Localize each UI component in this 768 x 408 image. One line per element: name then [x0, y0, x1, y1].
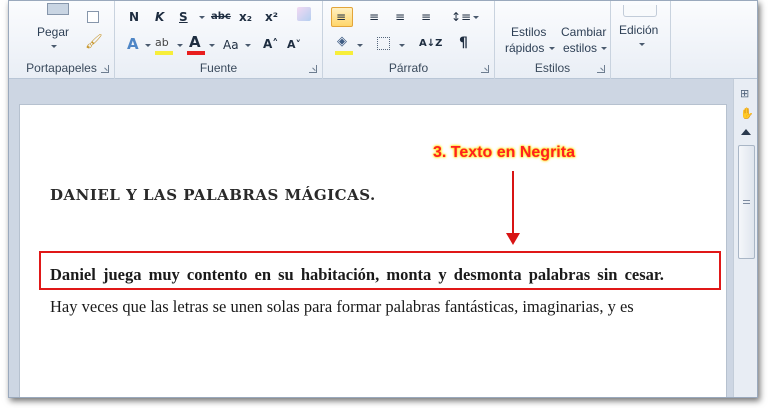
styles-group-label: Estilos	[534, 61, 571, 75]
paragraph-group-label: Párrafo	[388, 61, 429, 75]
grow-font-button[interactable]: A˄	[263, 37, 278, 51]
copy-icon[interactable]	[87, 11, 99, 23]
paste-button-label[interactable]: Pegar	[37, 25, 69, 39]
shrink-font-button[interactable]: A˅	[287, 38, 301, 52]
editing-group: Edición	[611, 1, 671, 79]
quick-styles-dropdown-arrow[interactable]	[549, 47, 555, 50]
styles-group: Estilos rápidos Cambiar estilos Estilos	[495, 1, 611, 79]
editing-dropdown-arrow[interactable]	[639, 43, 645, 46]
ruler-toggle-icon[interactable]: ⊞	[740, 87, 749, 101]
sort-icon[interactable]: A↓Z	[419, 37, 442, 51]
change-case-dropdown-arrow[interactable]	[245, 44, 251, 47]
bold-paragraph: Daniel juega muy contento en su habitaci…	[50, 265, 664, 284]
superscript-button[interactable]: x²	[265, 10, 278, 24]
highlight-color-icon[interactable]: ab	[155, 36, 169, 50]
underline-dropdown-arrow[interactable]	[199, 16, 205, 19]
annotation-label: 3. Texto en Negrita	[433, 144, 575, 161]
line-spacing-icon[interactable]: ↕≡	[451, 10, 471, 24]
font-group-label: Fuente	[199, 61, 238, 75]
document-title: DANIEL Y LAS PALABRAS MÁGICAS.	[50, 186, 376, 204]
font-color-dropdown-arrow[interactable]	[209, 44, 215, 47]
italic-button[interactable]: K	[155, 10, 164, 24]
pan-icon[interactable]: ✋	[740, 107, 754, 121]
borders-dropdown-arrow[interactable]	[399, 44, 405, 47]
highlight-color-swatch	[155, 51, 173, 55]
font-group: N K S abc x₂ x² A ab A Aa A˄ A˅ Fuente	[115, 1, 323, 79]
change-styles-label-2[interactable]: estilos	[563, 41, 597, 55]
align-right-icon[interactable]: ≡	[395, 10, 405, 24]
shading-icon[interactable]: ◈	[337, 35, 347, 49]
font-color-swatch	[187, 51, 205, 55]
styles-launcher-icon[interactable]	[597, 65, 605, 73]
clipboard-group-label: Portapapeles	[26, 61, 97, 75]
scrollbar-grip-icon	[743, 200, 750, 204]
change-case-button[interactable]: Aa	[223, 38, 239, 52]
line-spacing-dropdown-arrow[interactable]	[473, 16, 479, 19]
align-center-icon[interactable]: ≡	[369, 10, 379, 24]
shading-color-swatch	[335, 51, 353, 55]
scroll-up-arrow-icon[interactable]	[741, 129, 751, 135]
ribbon: Pegar 🖌 Portapapeles N K S abc x₂ x² A a…	[9, 1, 757, 79]
vertical-scrollbar[interactable]: ⊞ ✋	[733, 79, 757, 397]
clipboard-group: Pegar 🖌 Portapapeles	[9, 1, 115, 79]
borders-icon[interactable]	[377, 37, 390, 50]
quick-styles-label-2[interactable]: rápidos	[505, 41, 544, 55]
editing-button-label[interactable]: Edición	[619, 23, 658, 37]
annotation-arrow-shaft	[512, 171, 514, 235]
change-styles-label-1[interactable]: Cambiar	[561, 25, 606, 39]
paste-icon[interactable]	[47, 3, 69, 15]
text-effects-dropdown-arrow[interactable]	[145, 44, 151, 47]
format-painter-icon[interactable]: 🖌	[85, 35, 103, 49]
word-window: Pegar 🖌 Portapapeles N K S abc x₂ x² A a…	[8, 0, 758, 398]
change-styles-dropdown-arrow[interactable]	[601, 47, 607, 50]
body-paragraph: Hay veces que las letras se unen solas p…	[50, 297, 634, 316]
font-launcher-icon[interactable]	[309, 65, 317, 73]
clear-formatting-icon[interactable]	[297, 7, 311, 21]
text-effects-icon[interactable]: A	[127, 37, 139, 52]
pilcrow-icon[interactable]: ¶	[459, 36, 468, 50]
scrollbar-thumb[interactable]	[738, 145, 755, 259]
justify-icon[interactable]: ≡	[421, 10, 431, 24]
font-color-icon[interactable]: A	[189, 35, 201, 50]
shading-dropdown-arrow[interactable]	[357, 44, 363, 47]
align-left-icon: ≡	[336, 10, 347, 24]
clipboard-launcher-icon[interactable]	[101, 65, 109, 73]
subscript-button[interactable]: x₂	[239, 10, 252, 24]
paragraph-group: ≡ ≡ ≡ ≡ ↕≡ ◈ A↓Z ¶ Párrafo	[323, 1, 495, 79]
annotation-arrow-head	[506, 233, 520, 245]
highlight-dropdown-arrow[interactable]	[177, 44, 183, 47]
editing-icon[interactable]	[623, 5, 657, 17]
strikethrough-button[interactable]: abc	[211, 10, 231, 24]
underline-button[interactable]: S	[179, 10, 188, 24]
paste-dropdown-arrow[interactable]	[51, 45, 57, 48]
quick-styles-label-1[interactable]: Estilos	[511, 25, 546, 39]
document-workspace	[9, 79, 733, 397]
bold-button[interactable]: N	[129, 10, 139, 24]
paragraph-launcher-icon[interactable]	[481, 65, 489, 73]
